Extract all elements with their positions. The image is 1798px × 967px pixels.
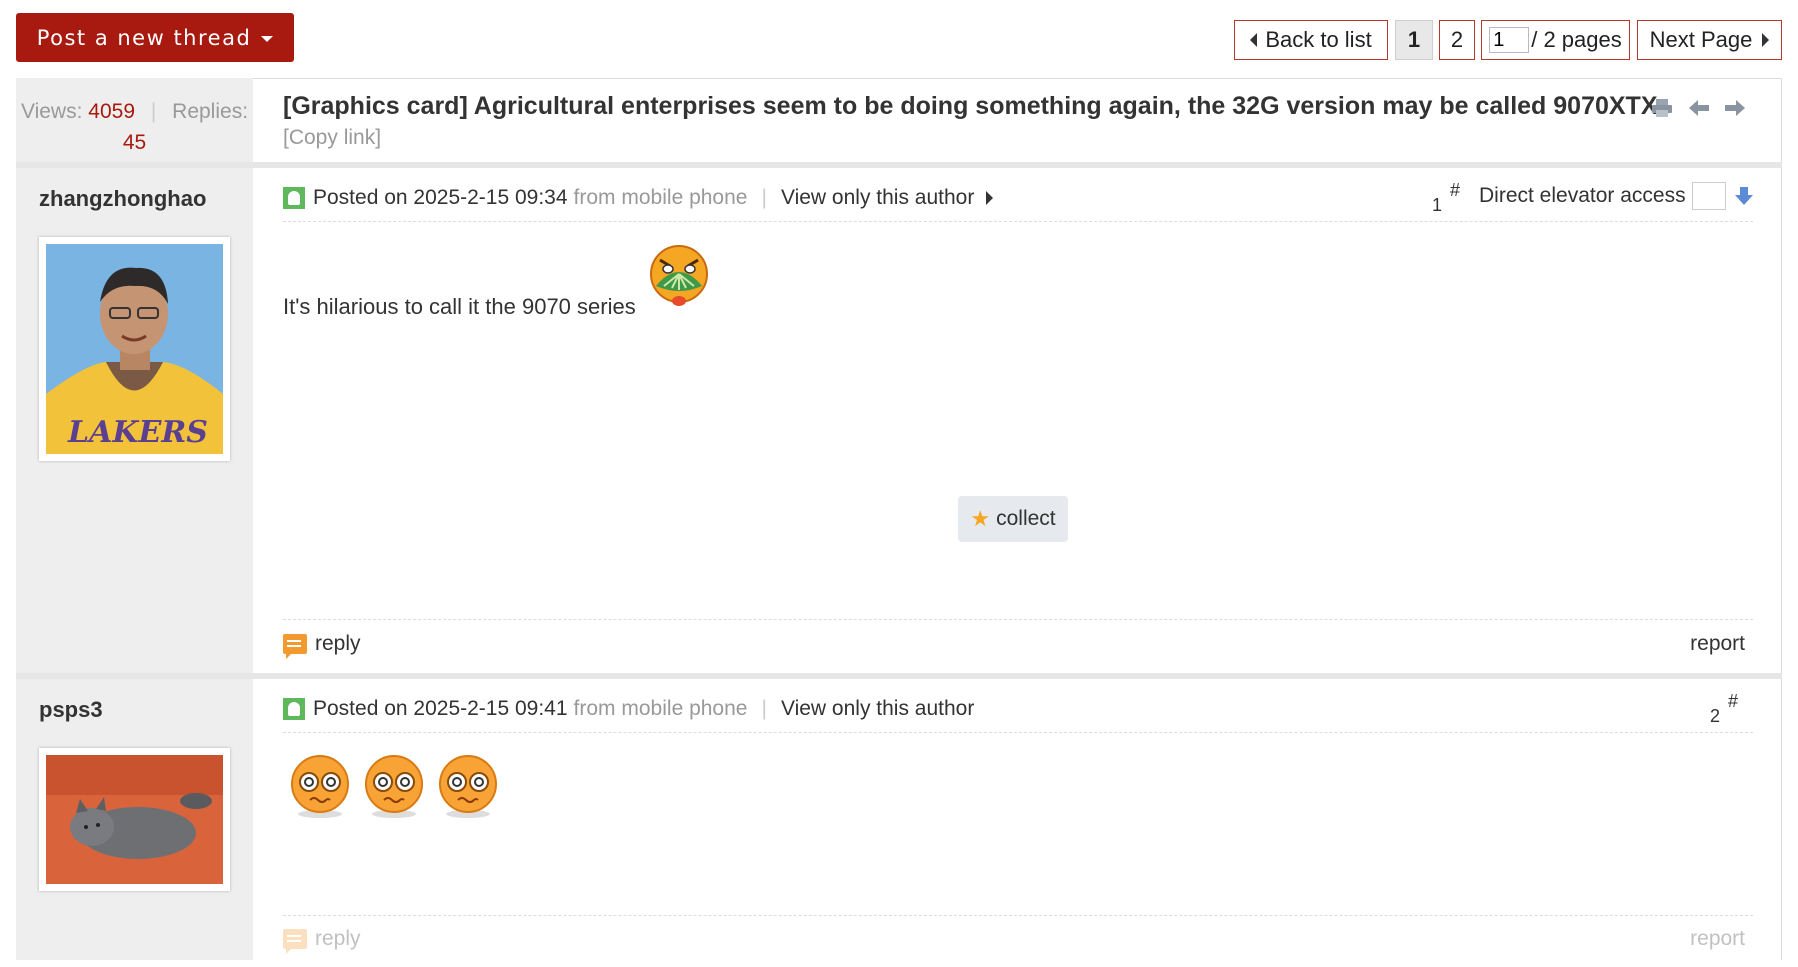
- post-text: It's hilarious to call it the 9070 serie…: [283, 294, 636, 319]
- avatar[interactable]: LAKERS: [39, 237, 230, 461]
- reply-button[interactable]: reply: [283, 632, 361, 659]
- page-jump-input[interactable]: [1489, 27, 1530, 53]
- thread-container: [16, 78, 1782, 960]
- dizzy-face-emoji-icon: [291, 755, 349, 818]
- post-source: from mobile phone: [573, 186, 748, 209]
- dizzy-face-emoji-icon: [439, 755, 497, 818]
- floor-elevator: Direct elevator access: [1479, 182, 1754, 210]
- go-down-icon[interactable]: [1734, 186, 1754, 206]
- post-actions: reply report: [283, 927, 1753, 967]
- reply-label: reply: [315, 927, 361, 950]
- post-body: [288, 752, 500, 822]
- next-thread-icon[interactable]: [1724, 99, 1746, 117]
- meta-divider: [283, 221, 1753, 222]
- view-only-author-link[interactable]: View only this author: [781, 186, 974, 210]
- post-body: It's hilarious to call it the 9070 serie…: [283, 294, 636, 320]
- online-status-icon: [283, 698, 305, 720]
- post-author[interactable]: zhangzhonghao: [39, 186, 206, 212]
- header-divider: [16, 162, 1782, 168]
- actions-divider: [283, 915, 1753, 916]
- elevator-input[interactable]: [1691, 182, 1726, 210]
- floor-num: 1: [1432, 195, 1443, 215]
- top-toolbar: Post a new thread Back to list 1 2 / 2 p…: [0, 0, 1798, 78]
- back-to-list-label: Back to list: [1265, 27, 1372, 52]
- meta-separator: |: [761, 697, 767, 720]
- caret-down-icon: [261, 35, 274, 42]
- avatar-image: LAKERS: [46, 244, 223, 454]
- copy-link[interactable]: [Copy link]: [283, 126, 381, 150]
- thread-header-actions: [1650, 98, 1746, 118]
- arrow-right-icon: [1762, 33, 1770, 47]
- previous-thread-icon[interactable]: [1688, 99, 1710, 117]
- stats-separator: |: [150, 100, 157, 123]
- replies-label: Replies:: [172, 100, 249, 123]
- page-2-label: 2: [1450, 27, 1464, 52]
- post-source: from mobile phone: [573, 697, 748, 720]
- collect-label: collect: [996, 507, 1056, 530]
- arrow-left-icon: [1250, 33, 1258, 47]
- new-thread-label: Post a new thread: [36, 25, 252, 50]
- new-thread-button[interactable]: Post a new thread: [16, 13, 294, 62]
- report-link[interactable]: report: [1690, 927, 1745, 951]
- report-link[interactable]: report: [1690, 632, 1745, 656]
- print-icon[interactable]: [1650, 98, 1674, 118]
- floor-hash: #: [1450, 180, 1461, 200]
- reply-label: reply: [315, 632, 361, 655]
- online-status-icon: [283, 187, 305, 209]
- meta-separator: |: [761, 186, 767, 209]
- next-page-label: Next Page: [1649, 27, 1753, 52]
- post-divider: [16, 673, 1782, 679]
- svg-text:LAKERS: LAKERS: [67, 415, 208, 450]
- post-meta: Posted on 2025-2-15 09:34 from mobile ph…: [283, 186, 994, 210]
- floor-num: 2: [1710, 706, 1721, 726]
- post-date: Posted on 2025-2-15 09:41: [313, 697, 568, 720]
- reply-icon: [283, 929, 307, 954]
- floor-number: # 1: [1432, 180, 1460, 226]
- post-date: Posted on 2025-2-15 09:34: [313, 186, 568, 209]
- dizzy-face-emoji-icon: [365, 755, 423, 818]
- page-total-label: / 2 pages: [1531, 27, 1622, 52]
- views-label: Views:: [20, 100, 83, 123]
- next-page-button[interactable]: Next Page: [1637, 20, 1782, 60]
- floor-hash: #: [1728, 691, 1739, 711]
- view-only-author-link[interactable]: View only this author: [781, 697, 974, 721]
- thread-stats: Views: 4059 | Replies: 45: [16, 78, 253, 162]
- page-1-button[interactable]: 1: [1395, 20, 1433, 60]
- page-jump: / 2 pages: [1481, 20, 1630, 60]
- emoji-sticker: [650, 245, 708, 306]
- actions-divider: [283, 619, 1753, 620]
- replies-count: 45: [122, 131, 147, 154]
- floor-number: # 2: [1710, 691, 1738, 737]
- views-count: 4059: [88, 100, 135, 123]
- back-to-list-button[interactable]: Back to list: [1234, 20, 1388, 60]
- thread-title: [Graphics card] Agricultural enterprises…: [283, 92, 1658, 120]
- page-2-button[interactable]: 2: [1439, 20, 1475, 60]
- reply-button[interactable]: reply: [283, 927, 361, 954]
- post-meta: Posted on 2025-2-15 09:41 from mobile ph…: [283, 697, 974, 721]
- star-icon: ★: [970, 506, 991, 531]
- post-author[interactable]: psps3: [39, 697, 103, 723]
- elevator-label: Direct elevator access: [1479, 184, 1686, 207]
- page-1-label: 1: [1407, 27, 1421, 52]
- post-actions: reply report: [283, 632, 1753, 672]
- reply-icon: [283, 634, 307, 659]
- arrow-right-icon: [986, 191, 994, 205]
- meta-divider: [283, 732, 1753, 733]
- avatar-image: [46, 755, 223, 884]
- collect-button[interactable]: ★ collect: [958, 496, 1068, 542]
- avatar[interactable]: [39, 748, 230, 891]
